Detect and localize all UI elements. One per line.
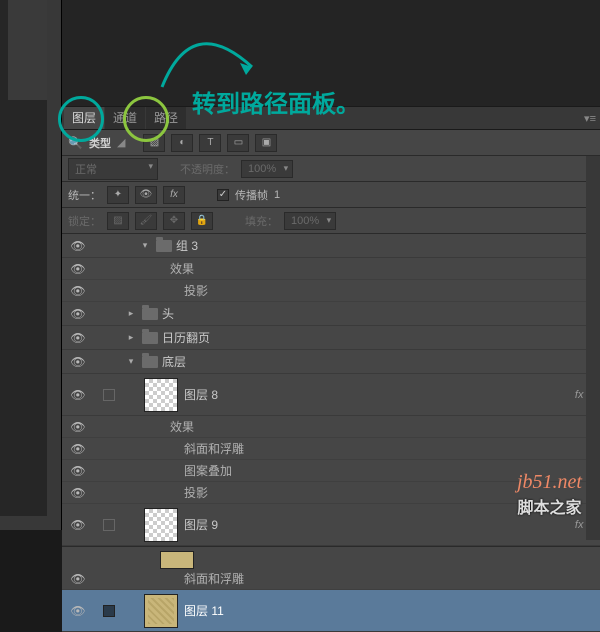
twisty-icon[interactable]: ▸ — [124, 332, 138, 343]
visibility-toggle[interactable]: 👁 — [62, 604, 94, 618]
fill-value[interactable]: 100% — [284, 212, 336, 230]
filter-smart-icon[interactable]: ▣ — [255, 134, 277, 152]
link-col[interactable] — [94, 389, 124, 401]
fx-label: 投影 — [180, 282, 208, 299]
layer-row-cropped[interactable] — [62, 546, 600, 572]
layer-8[interactable]: 👁 图层 8 fx▾ — [62, 374, 600, 416]
layer-thumbnail — [144, 594, 178, 628]
filter-dropdown-icon[interactable]: ◢ — [117, 136, 125, 149]
link-col[interactable] — [94, 605, 124, 617]
visibility-toggle[interactable]: 👁 — [62, 486, 94, 500]
lock-label: 锁定： — [68, 213, 101, 229]
filter-shape-icon[interactable]: ▭ — [227, 134, 249, 152]
canvas-scrollbar-horizontal[interactable] — [0, 516, 61, 530]
unify-style-icon[interactable]: fx — [163, 186, 185, 204]
fx-row[interactable]: 👁 效果 — [62, 258, 600, 280]
folder-icon — [142, 332, 158, 344]
document-canvas-area — [0, 0, 62, 530]
layer-thumbnail — [144, 378, 178, 412]
layer-name: 日历翻页 — [162, 329, 210, 346]
annotation-circle-layers — [58, 96, 104, 142]
fx-label: 效果 — [166, 418, 194, 435]
layer-group-base[interactable]: 👁 ▾ 底层 — [62, 350, 600, 374]
filter-adjust-icon[interactable]: ◐ — [171, 134, 193, 152]
blend-mode-dropdown[interactable]: 正常 — [68, 158, 158, 180]
visibility-toggle[interactable]: 👁 — [62, 239, 94, 253]
lock-all-icon[interactable]: 🔒 — [191, 212, 213, 230]
filter-type-icon[interactable]: T — [199, 134, 221, 152]
visibility-toggle[interactable]: 👁 — [62, 307, 94, 321]
fill-label: 填充： — [245, 213, 278, 229]
twisty-icon[interactable]: ▾ — [124, 356, 138, 367]
unify-position-icon[interactable]: ✦ — [107, 186, 129, 204]
layer-11-selected[interactable]: 👁 图层 11 — [62, 590, 600, 632]
annotation-circle-paths — [123, 96, 169, 142]
panel-docking-area: 转到路径面板。 — [62, 0, 600, 106]
layer-name: 图层 8 — [184, 386, 218, 403]
watermark-name: 脚本之家 — [517, 494, 582, 518]
fx-drop-shadow[interactable]: 👁 投影 — [62, 280, 600, 302]
blend-row: 正常 不透明度： 100% — [62, 156, 600, 182]
annotation-text: 转到路径面板。 — [192, 84, 360, 119]
layer-name: 头 — [162, 305, 174, 322]
layer-thumbnail — [160, 551, 194, 569]
fx-label: 图案叠加 — [180, 462, 232, 479]
visibility-toggle[interactable]: 👁 — [62, 331, 94, 345]
watermark-url: jb51.net — [517, 471, 582, 494]
lock-transparency-icon[interactable]: ▨ — [107, 212, 129, 230]
layer-group-calendar[interactable]: 👁 ▸ 日历翻页 — [62, 326, 600, 350]
link-col[interactable] — [94, 519, 124, 531]
fx-bevel[interactable]: 👁 斜面和浮雕 — [62, 438, 600, 460]
visibility-toggle[interactable]: 👁 — [62, 355, 94, 369]
visibility-toggle[interactable]: 👁 — [62, 572, 94, 586]
propagate-checkbox[interactable] — [217, 189, 229, 201]
unify-row: 统一： ✦ 👁 fx 传播帧 1 — [62, 182, 600, 208]
propagate-value: 1 — [274, 189, 280, 201]
visibility-toggle[interactable]: 👁 — [62, 262, 94, 276]
fx-label: 斜面和浮雕 — [180, 440, 244, 457]
propagate-label: 传播帧 — [235, 187, 268, 203]
lock-position-icon[interactable]: ✥ — [163, 212, 185, 230]
unify-visibility-icon[interactable]: 👁 — [135, 186, 157, 204]
unify-label: 统一： — [68, 187, 101, 203]
folder-icon — [142, 308, 158, 320]
fx-row[interactable]: 👁 效果 — [62, 416, 600, 438]
layer-group-3[interactable]: 👁 ▾ 组 3 — [62, 234, 600, 258]
visibility-toggle[interactable]: 👁 — [62, 420, 94, 434]
fx-label: 投影 — [180, 484, 208, 501]
panel-menu-icon[interactable]: ▾≡ — [584, 112, 596, 125]
fx-label: 斜面和浮雕 — [180, 570, 244, 587]
visibility-toggle[interactable]: 👁 — [62, 518, 94, 532]
document-edge — [8, 0, 48, 100]
twisty-icon[interactable]: ▸ — [124, 308, 138, 319]
canvas-scrollbar-vertical[interactable] — [47, 0, 61, 530]
opacity-label: 不透明度： — [180, 161, 235, 177]
layer-name: 图层 9 — [184, 516, 218, 533]
fx-label: 效果 — [166, 260, 194, 277]
twisty-icon[interactable]: ▾ — [138, 240, 152, 251]
folder-icon — [156, 240, 172, 252]
layer-thumbnail — [144, 508, 178, 542]
visibility-toggle[interactable]: 👁 — [62, 284, 94, 298]
visibility-toggle[interactable]: 👁 — [62, 464, 94, 478]
panel-scrollbar-vertical[interactable] — [586, 156, 600, 540]
folder-icon — [142, 356, 158, 368]
layers-tree: 👁 ▾ 组 3 👁 效果 👁 投影 👁 ▸ 头 👁 ▸ — [62, 234, 600, 632]
layer-name: 图层 11 — [184, 602, 224, 619]
watermark: jb51.net 脚本之家 — [517, 471, 582, 518]
layer-group-head[interactable]: 👁 ▸ 头 — [62, 302, 600, 326]
annotation-arrow — [152, 32, 272, 92]
layer-name: 组 3 — [176, 237, 198, 254]
opacity-value[interactable]: 100% — [241, 160, 293, 178]
layer-name: 底层 — [162, 353, 186, 370]
visibility-toggle[interactable]: 👁 — [62, 442, 94, 456]
lock-pixels-icon[interactable]: 🖌 — [135, 212, 157, 230]
visibility-toggle[interactable]: 👁 — [62, 388, 94, 402]
lock-row: 锁定： ▨ 🖌 ✥ 🔒 填充： 100% — [62, 208, 600, 234]
